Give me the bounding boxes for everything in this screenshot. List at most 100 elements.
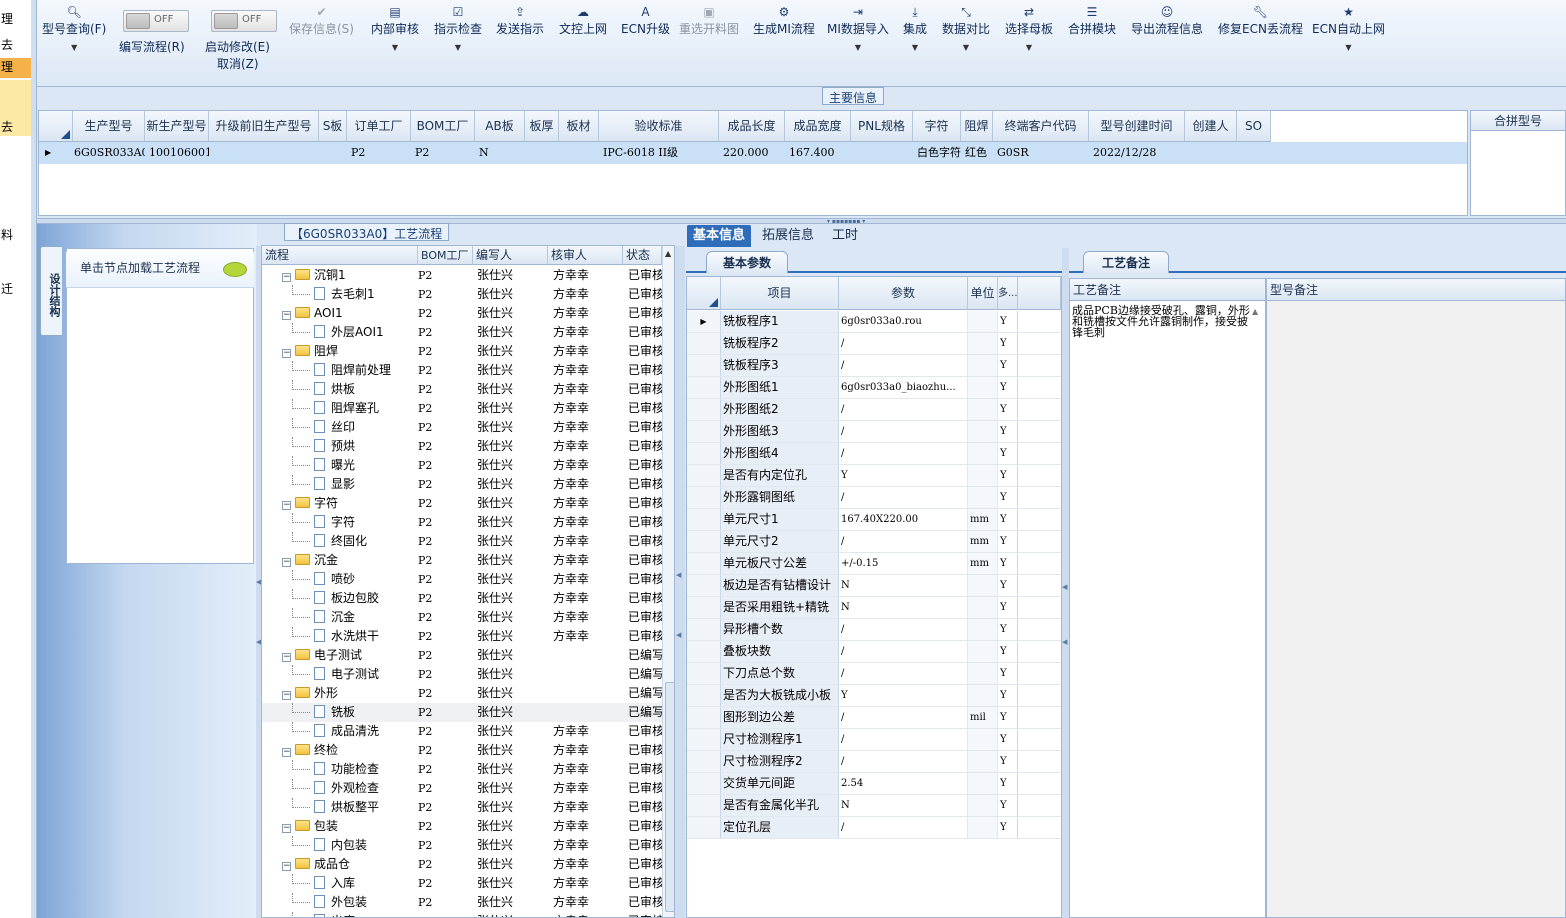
tree-row[interactable]: 功能检查 P2 张仕兴 方幸幸 已审核 [262, 760, 662, 779]
col-header[interactable]: 生产型号 [73, 111, 145, 142]
table-cell[interactable]: 2022/12/28 [1089, 142, 1185, 164]
tree-row[interactable]: − 外形 P2 张仕兴 已编写 [262, 684, 662, 703]
table-cell[interactable]: P2 [411, 142, 475, 164]
scroll-thumb[interactable] [665, 682, 674, 912]
param-cell-value[interactable]: N [839, 597, 968, 618]
param-row[interactable]: 尺寸检测程序2/ Y [687, 751, 1061, 773]
left-strip-item-active[interactable]: 理 [0, 58, 31, 78]
tree-row[interactable]: − 成品仓 P2 张仕兴 方幸幸 已审核 [262, 855, 662, 874]
col-item[interactable]: 项目 [721, 277, 839, 310]
col-header[interactable]: 板材 [559, 111, 599, 142]
col-writer[interactable]: 编写人 [473, 246, 548, 265]
tree-row[interactable]: 成品清洗 P2 张仕兴 方幸幸 已审核 [262, 722, 662, 741]
col-bom-factory[interactable]: BOM工厂 [418, 246, 473, 265]
param-cell-value[interactable]: / [839, 487, 968, 508]
data-compare-button[interactable]: ⤡ 数据对比 ▼ [942, 4, 990, 55]
param-row[interactable]: 外形图纸1 6g0sr033a0_biaozhu... Y [687, 377, 1061, 399]
table-cell[interactable]: 白色字符 [913, 142, 961, 164]
chevron-down-icon[interactable]: ▼ [371, 41, 419, 55]
param-row[interactable]: 异形槽个数 / Y [687, 619, 1061, 641]
left-strip-item[interactable]: 迁 [0, 280, 31, 297]
tab-work-hours[interactable]: 工时 [826, 225, 864, 247]
tree-row[interactable]: − 沉金 P2 张仕兴 方幸幸 已审核 [262, 551, 662, 570]
chevron-down-icon[interactable]: ▼ [827, 41, 889, 55]
tree-row[interactable]: 丝印 P2 张仕兴 方幸幸 已审核 [262, 418, 662, 437]
table-cell[interactable]: 220.000 [719, 142, 785, 164]
col-header[interactable]: 终端客户代码 [993, 111, 1089, 142]
save-info-button[interactable]: ✔ 保存信息(S) [289, 4, 354, 37]
design-structure-tab[interactable]: 设计结构 [40, 246, 62, 336]
ecn-auto-button[interactable]: ★ ECN自动上网 ▼ [1312, 4, 1385, 55]
table-cell[interactable]: IPC-6018 II级 [599, 142, 719, 164]
doc-online-button[interactable]: ☁ 文控上网 [559, 4, 607, 37]
table-cell[interactable] [1185, 142, 1237, 164]
table-cell[interactable]: 167.400 [785, 142, 851, 164]
param-cell-value[interactable]: / [839, 355, 968, 376]
indicator-check-button[interactable]: ☑ 指示检查 ▼ [434, 4, 482, 55]
tree-row[interactable]: − 字符 P2 张仕兴 方幸幸 已审核 [262, 494, 662, 513]
left-strip-item[interactable]: 去 [0, 36, 31, 53]
tree-row[interactable]: 内包装 P2 张仕兴 方幸幸 已审核 [262, 836, 662, 855]
collapse-icon[interactable]: − [282, 273, 291, 282]
param-row[interactable]: 图形到边公差 / mil Y [687, 707, 1061, 729]
collapse-icon[interactable]: − [282, 824, 291, 833]
collapse-icon[interactable]: − [282, 558, 291, 567]
process-remarks-text[interactable]: 成品PCB边缘接受破孔、露铜，外形和铣槽按文件允许露铜制作，接受披锋毛刺 [1072, 305, 1250, 338]
params-splitter[interactable]: ◀ ◀ [1062, 248, 1069, 918]
col-unit[interactable]: 单位 [968, 277, 998, 310]
col-header[interactable]: 验收标准 [599, 111, 719, 142]
col-header[interactable]: 阻焊 [961, 111, 993, 142]
param-cell-value[interactable]: / [839, 707, 968, 728]
param-row[interactable]: 单元尺寸1 167.40X220.00 mm Y [687, 509, 1061, 531]
col-header[interactable]: 成品长度 [719, 111, 785, 142]
param-row[interactable]: 外形露铜图纸 / Y [687, 487, 1061, 509]
param-row[interactable]: 单元板尺寸公差 +/-0.15 mm Y [687, 553, 1061, 575]
param-cell-value[interactable]: / [839, 751, 968, 772]
col-header[interactable]: 字符 [913, 111, 961, 142]
col-reviewer[interactable]: 核审人 [548, 246, 623, 265]
tree-row[interactable]: 阻焊塞孔 P2 张仕兴 方幸幸 已审核 [262, 399, 662, 418]
param-cell-value[interactable]: N [839, 575, 968, 596]
left-strip-item[interactable]: 去 [0, 118, 31, 135]
col-header[interactable]: S板 [319, 111, 347, 142]
collapse-icon[interactable]: − [282, 501, 291, 510]
tree-row[interactable]: − 电子测试 P2 张仕兴 已编写 [262, 646, 662, 665]
col-header[interactable]: 升级前旧生产型号 [209, 111, 319, 142]
param-row[interactable]: 铣板程序3/ Y [687, 355, 1061, 377]
col-header[interactable]: 订单工厂 [347, 111, 411, 142]
col-param[interactable]: 参数 [839, 277, 968, 310]
param-row[interactable]: 板边是否有钻槽设计 N Y [687, 575, 1061, 597]
param-row[interactable]: 外形图纸4/ Y [687, 443, 1061, 465]
tree-row[interactable]: − 包装 P2 张仕兴 方幸幸 已审核 [262, 817, 662, 836]
tree-splitter[interactable]: ◀ ◀ [675, 246, 685, 918]
tree-row[interactable]: 外层AOI1 P2 张仕兴 方幸幸 已审核 [262, 323, 662, 342]
collapse-icon[interactable]: − [282, 349, 291, 358]
param-row[interactable]: 是否有内定位孔 Y Y [687, 465, 1061, 487]
fix-ecn-button[interactable]: 🔧︎ 修复ECN丢流程 [1218, 4, 1303, 37]
table-cell[interactable] [319, 142, 347, 164]
param-cell-value[interactable]: / [839, 817, 968, 838]
tree-row[interactable]: 入库 P2 张仕兴 方幸幸 已审核 [262, 874, 662, 893]
tree-row[interactable]: − 沉铜1 P2 张仕兴 方幸幸 已审核 [262, 266, 662, 285]
param-row[interactable]: 外形图纸2/ Y [687, 399, 1061, 421]
table-cell[interactable] [1237, 142, 1271, 164]
tree-row[interactable]: 板边包胶 P2 张仕兴 方幸幸 已审核 [262, 589, 662, 608]
col-header[interactable]: PNL规格 [851, 111, 913, 142]
param-cell-value[interactable]: / [839, 443, 968, 464]
generate-mi-button[interactable]: ⚙ 生成MI流程 [753, 4, 815, 37]
param-cell-value[interactable]: / [839, 619, 968, 640]
param-cell-value[interactable]: / [839, 421, 968, 442]
param-cell-value[interactable]: 6g0sr033a0_biaozhu... [839, 377, 968, 398]
param-row[interactable]: 是否有金属化半孔 N Y [687, 795, 1061, 817]
table-cell[interactable] [851, 142, 913, 164]
col-header[interactable]: BOM工厂 [411, 111, 475, 142]
tree-row[interactable]: 沉金 P2 张仕兴 方幸幸 已审核 [262, 608, 662, 627]
param-row[interactable]: 是否采用粗铣+精铣 N Y [687, 597, 1061, 619]
send-indicator-button[interactable]: ⇪ 发送指示 [496, 4, 544, 37]
param-cell-value[interactable]: / [839, 333, 968, 354]
param-row[interactable]: 下刀点总个数 / Y [687, 663, 1061, 685]
col-status[interactable]: 状态 [623, 246, 662, 265]
table-cell[interactable]: P2 [347, 142, 411, 164]
tree-row[interactable]: 铣板 P2 张仕兴 已编写 [262, 703, 662, 722]
param-cell-value[interactable]: / [839, 399, 968, 420]
